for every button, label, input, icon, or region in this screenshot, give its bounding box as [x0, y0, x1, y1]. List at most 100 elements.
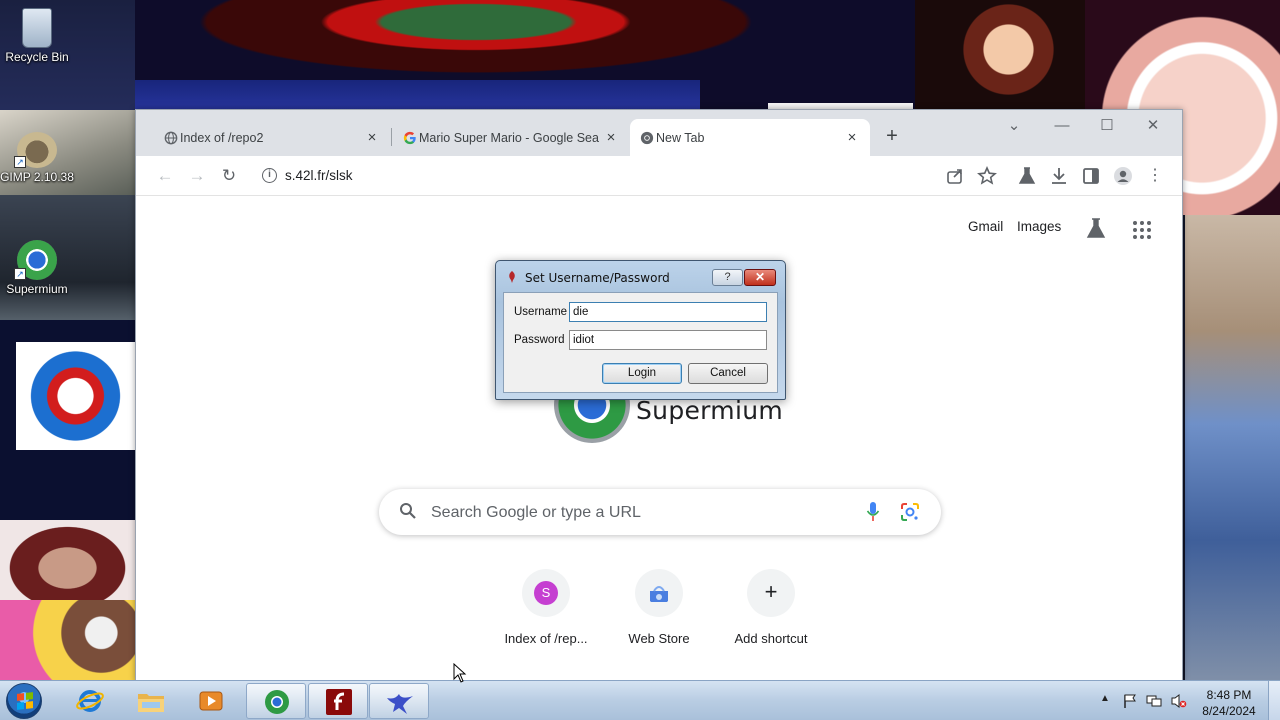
labs-flask-icon[interactable] [1014, 163, 1040, 189]
wallpaper-mario-image [16, 342, 135, 450]
app-bird-icon [387, 694, 413, 714]
shortcut-label: Web Store [628, 631, 690, 646]
tab-title: Index of /repo2 [180, 130, 264, 145]
add-icon: + [764, 579, 778, 604]
show-desktop-button[interactable] [1268, 681, 1280, 720]
side-panel-icon[interactable] [1078, 163, 1104, 189]
labs-flask-icon[interactable] [1086, 217, 1106, 239]
close-icon[interactable]: × [844, 129, 860, 146]
shortcut-label: Add shortcut [734, 631, 808, 646]
shortcut-arrow-icon: ↗ [14, 268, 26, 280]
action-center-flag-icon[interactable] [1122, 693, 1138, 709]
forward-button[interactable]: → [184, 163, 210, 189]
start-button[interactable] [6, 683, 42, 719]
back-button[interactable]: ← [152, 163, 178, 189]
browser-toolbar: ← → ↻ i s.42l.fr/slsk ⋮ [136, 156, 1182, 196]
address-bar[interactable]: i s.42l.fr/slsk [252, 162, 974, 190]
close-icon[interactable]: × [364, 129, 380, 146]
username-input[interactable] [569, 302, 767, 322]
clock-date: 8/24/2024 [1202, 704, 1256, 718]
shortcut-arrow-icon: ↗ [14, 156, 26, 168]
system-clock[interactable]: 8:48 PM 8/24/2024 [1196, 687, 1262, 719]
show-hidden-icons-icon[interactable]: ▲ [1100, 693, 1116, 709]
taskbar-media-player[interactable] [181, 683, 241, 719]
wallpaper-right-image [1185, 215, 1280, 680]
bookmark-star-icon[interactable] [974, 163, 1000, 189]
dialog-body: Username Password Login Cancel [503, 292, 778, 393]
taskbar-internet-explorer[interactable] [60, 683, 120, 719]
password-label: Password [514, 334, 565, 346]
media-player-icon [199, 691, 223, 711]
dialog-help-button[interactable]: ? [712, 269, 743, 286]
internet-explorer-icon [76, 690, 104, 712]
ntp-search-box[interactable]: Search Google or type a URL [379, 489, 941, 535]
tab-title: Mario Super Mario - Google Sea [419, 130, 599, 145]
desktop-icon-recycle-bin[interactable]: Recycle Bin [0, 8, 74, 64]
desktop-icon-label: GIMP 2.10.38 [0, 170, 74, 184]
dialog-close-button[interactable]: ✕ [744, 269, 776, 286]
gmail-link[interactable]: Gmail [968, 219, 1003, 234]
shortcut-web-store[interactable]: Web Store [603, 569, 715, 646]
tab-google-search[interactable]: Mario Super Mario - Google Sea × [393, 119, 629, 156]
login-button[interactable]: Login [602, 363, 682, 384]
app-feather-icon [509, 271, 515, 283]
cancel-button[interactable]: Cancel [688, 363, 768, 384]
tab-strip: Index of /repo2 × Mario Super Mario - Go… [136, 110, 1182, 156]
shortcut-label: Index of /rep... [504, 631, 588, 646]
shortcut-add[interactable]: + Add shortcut [715, 569, 827, 646]
close-window-button[interactable]: ✕ [1133, 116, 1173, 138]
google-lens-icon[interactable] [900, 502, 920, 522]
desktop-icon-label: Recycle Bin [5, 50, 69, 64]
password-input[interactable] [569, 330, 767, 350]
tab-title: New Tab [656, 130, 705, 145]
maximize-button[interactable]: ☐ [1087, 116, 1127, 138]
menu-kebab-icon[interactable]: ⋮ [1142, 163, 1168, 189]
shortcut-tile: S [522, 569, 570, 617]
new-tab-button[interactable]: + [879, 124, 905, 150]
minimize-button[interactable]: — [1042, 116, 1082, 138]
supermium-icon [265, 690, 289, 714]
taskbar-supermium[interactable] [246, 683, 306, 719]
taskbar-app-bird[interactable] [369, 683, 429, 719]
shortcut-index-repo[interactable]: S Index of /rep... [490, 569, 602, 646]
windows-logo-icon [17, 692, 33, 710]
search-icon [400, 503, 416, 519]
network-icon[interactable] [1146, 693, 1162, 709]
share-icon[interactable] [942, 163, 968, 189]
tab-separator [391, 128, 392, 146]
chrome-icon [640, 131, 654, 145]
logo-text: Supermium [636, 396, 783, 425]
desktop-icon-gimp[interactable]: ↗ GIMP 2.10.38 [0, 132, 74, 184]
clock-time: 8:48 PM [1206, 688, 1252, 702]
wallpaper-left-5 [0, 520, 135, 600]
tab-search-dropdown-icon[interactable]: ⌄ [994, 116, 1034, 138]
google-icon [403, 131, 416, 145]
shortcut-initial-icon: S [534, 581, 558, 605]
tab-new-tab[interactable]: New Tab × [630, 119, 870, 156]
taskbar-flash[interactable] [308, 683, 368, 719]
set-credentials-dialog: Set Username/Password ? ✕ Username Passw… [495, 260, 786, 400]
shortcut-tile: + [747, 569, 795, 617]
url-text: s.42l.fr/slsk [285, 168, 353, 183]
recycle-bin-icon [22, 8, 52, 48]
close-icon[interactable]: × [603, 129, 619, 146]
mouse-cursor-icon [453, 663, 467, 683]
dialog-title: Set Username/Password [525, 271, 670, 285]
username-label: Username [514, 306, 568, 318]
desktop-icon-label: Supermium [6, 282, 68, 296]
google-apps-icon[interactable] [1133, 221, 1151, 239]
site-info-icon[interactable]: i [262, 168, 277, 183]
taskbar-file-explorer[interactable] [121, 683, 181, 719]
voice-search-mic-icon[interactable] [866, 501, 880, 523]
tab-index-repo2[interactable]: Index of /repo2 × [154, 119, 390, 156]
taskbar: ▲ 8:48 PM 8/24/2024 [0, 680, 1280, 720]
search-placeholder: Search Google or type a URL [431, 504, 641, 521]
reload-button[interactable]: ↻ [216, 163, 242, 189]
wallpaper-portrait [915, 0, 1085, 110]
volume-muted-icon[interactable] [1171, 693, 1187, 709]
images-link[interactable]: Images [1017, 219, 1061, 234]
download-icon[interactable] [1046, 163, 1072, 189]
flash-icon [326, 689, 352, 715]
profile-avatar-icon[interactable] [1110, 163, 1136, 189]
desktop-icon-supermium[interactable]: ↗ Supermium [0, 240, 74, 296]
